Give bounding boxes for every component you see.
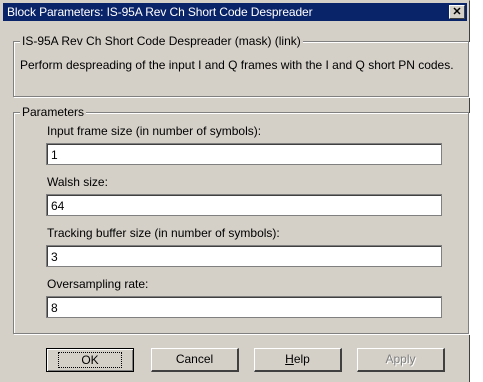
tracking-buffer-size-label: Tracking buffer size (in number of symbo… [47,226,280,240]
ok-button[interactable]: OK [46,348,134,372]
help-button-label: elp [293,352,310,366]
mask-description-group: IS-95A Rev Ch Short Code Despreader (mas… [13,34,469,97]
ok-button-label: OK [58,352,122,368]
mask-group-title: IS-95A Rev Ch Short Code Despreader (mas… [20,34,303,48]
dialog-window: Block Parameters: IS-95A Rev Ch Short Co… [0,0,470,382]
apply-button-label: Apply [385,352,416,366]
help-button[interactable]: Help [254,348,342,372]
parameters-group-title: Parameters [20,105,87,119]
walsh-size-label: Walsh size: [47,175,108,189]
apply-button[interactable]: Apply [357,348,445,372]
input-frame-size-field[interactable] [46,143,442,165]
parameters-group: Parameters Input frame size (in number o… [13,105,469,334]
mask-description: Perform despreading of the input I and Q… [20,58,454,72]
tracking-buffer-size-field[interactable] [46,245,442,267]
window-title: Block Parameters: IS-95A Rev Ch Short Co… [7,5,313,19]
oversampling-rate-field[interactable] [46,296,442,318]
input-frame-size-label: Input frame size (in number of symbols): [47,124,262,138]
cancel-button[interactable]: Cancel [151,348,239,372]
title-bar[interactable]: Block Parameters: IS-95A Rev Ch Short Co… [3,3,467,21]
oversampling-rate-label: Oversampling rate: [47,277,149,291]
walsh-size-field[interactable] [46,194,442,216]
close-icon[interactable]: ✕ [449,5,465,19]
help-mnemonic: H [285,352,294,366]
cancel-button-label: Cancel [175,352,214,366]
